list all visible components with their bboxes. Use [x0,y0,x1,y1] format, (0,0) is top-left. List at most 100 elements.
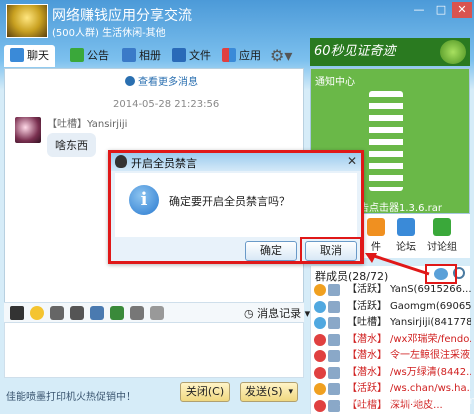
member-row[interactable]: 【吐槽】Yansirjiji(841778697) [311,315,471,332]
member-name: 令一左鲸很注采液... [390,350,471,361]
member-name: Yansirjiji(841778697) [390,317,471,328]
clock-icon: ◷ [244,307,258,320]
file-icon [367,218,385,236]
member-list-panel: 群成员(28/72) 【活跃】 YanS(6915266... 【活跃】 Gaomg… [310,266,471,414]
group-avatar[interactable] [6,4,48,38]
message-input[interactable] [4,322,304,378]
group-subtitle: (500人群) 生活休闲-其他 [52,28,166,39]
group-toolbar: 聊天 公告 相册 文件 应用 ⚙▾ [0,42,310,68]
tab-files-label: 文件 [189,49,211,62]
ad-banner[interactable]: 60秒见证奇迹 [310,38,470,66]
avatar [328,284,340,296]
info-icon: i [129,185,159,215]
group-name: 网络赚钱应用分享交流 [52,8,192,24]
member-name: /wx邓瑞荣/fendo... [390,333,471,345]
dialog-titlebar: 开启全员禁言 ✕ [111,153,361,171]
clock-icon [125,76,135,86]
more-tools-icon[interactable] [150,306,164,320]
member-title: 【潜水】 [347,333,387,345]
message-log-button[interactable]: ◷ 消息记录 ▾ [244,305,310,321]
maximize-button[interactable]: □ [430,2,452,18]
app-files[interactable]: 件 [359,218,393,253]
gear-icon[interactable]: ⚙▾ [270,45,292,67]
cancel-highlight-box [300,237,362,264]
member-row[interactable]: 【潜水】 令一左鲸很注采液... [311,348,471,365]
member-row[interactable]: 【活跃】Gaomgm(690650339) [311,299,471,316]
title-bar: 网络赚钱应用分享交流 (500人群) 生活休闲-其他 — □ ✕ [0,0,474,42]
member-title: 【潜水】 [347,350,387,361]
highlight-box [425,264,457,284]
chevron-down-icon[interactable]: ▾ [288,383,293,401]
avatar [328,399,340,412]
discussion-icon [433,218,451,236]
tab-apps[interactable]: 应用 [222,45,261,67]
message-log-label: 消息记录 [257,307,302,320]
chevron-down-icon: ▾ [301,307,311,320]
tab-chat[interactable]: 聊天 [4,45,55,67]
avatar [328,317,340,329]
member-row[interactable]: 【潜水】/wx邓瑞荣/fendo... [311,332,471,349]
megaphone-icon [70,48,84,62]
avatar [328,383,340,395]
image-icon[interactable] [90,306,104,320]
photo-icon [122,48,136,62]
member-title: 【吐槽】 [347,317,387,328]
member-icon [314,350,326,362]
more-messages-link[interactable]: 查看更多消息 [125,73,198,88]
member-title: 【潜水】 [347,366,387,378]
close-window-button[interactable]: ✕ [452,2,472,18]
promo-link[interactable]: 佳能喷墨打印机火热促销中！ [6,388,136,403]
minimize-button[interactable]: — [408,2,430,18]
tab-chat-label: 聊天 [27,49,49,62]
music-icon[interactable] [110,306,124,320]
member-title: 【活跃】 [347,284,387,295]
member-icon [314,333,326,346]
member-row[interactable]: 【潜水】/ws万绿清(8442... [311,365,471,382]
screenshot-icon[interactable] [130,306,144,320]
message-timestamp: 2014-05-28 21:23:56 [113,99,220,110]
apps-grid-icon [222,48,236,62]
sender-avatar[interactable] [15,117,41,143]
send-button-label: 发送(S) [245,385,283,398]
tab-notice[interactable]: 公告 [70,45,109,67]
admin-icon [314,300,326,313]
dialog-message: 确定要开启全员禁言吗？ [169,195,290,208]
close-chat-button[interactable]: 关闭(C) [180,382,230,402]
notice-file-name[interactable]: 告点击器1.3.6.rar [359,199,442,214]
gift-icon[interactable] [70,306,84,320]
notice-center-title: 通知中心 [315,77,355,88]
mute-all-dialog: 开启全员禁言 ✕ i 确定要开启全员禁言吗？ 确定 取消 [108,150,364,264]
app-forum-label: 论坛 [396,242,416,253]
avatar [328,366,340,379]
tab-notice-label: 公告 [87,49,109,62]
crown-icon [314,284,326,296]
confirm-button[interactable]: 确定 [245,241,297,261]
member-name: YanS(6915266... [390,284,471,295]
send-button[interactable]: 发送(S) ▾ [240,382,298,402]
member-title: 【活跃】 [347,383,387,394]
admin-icon [314,317,326,329]
frog-icon [440,40,466,64]
more-messages-label: 查看更多消息 [138,77,198,88]
penguin-icon [115,155,127,168]
member-icon [314,383,326,395]
dialog-close-button[interactable]: ✕ [345,154,359,168]
app-forum[interactable]: 论坛 [389,218,423,253]
ad-text: 60秒见证奇迹 [314,44,396,59]
emoji-icon[interactable] [30,306,44,320]
message-bubble: 啥东西 [47,133,96,157]
watermark: jiaocheng.chazidian.com [340,394,474,407]
forum-icon [397,218,415,236]
tab-files[interactable]: 文件 [172,45,211,67]
app-files-label: 件 [371,242,381,253]
app-discussion[interactable]: 讨论组 [425,218,459,253]
shake-icon[interactable] [50,306,64,320]
font-icon[interactable] [10,306,24,320]
dialog-body: i 确定要开启全员禁言吗？ [115,173,357,237]
tab-album[interactable]: 相册 [122,45,161,67]
tab-apps-label: 应用 [239,49,261,62]
message-sender[interactable]: 【吐槽】Yansirjiji [47,115,127,130]
input-toolbar: ◷ 消息记录 ▾ [4,302,310,322]
zip-file-icon [369,91,403,191]
member-row[interactable]: 【活跃】 YanS(6915266... [311,282,471,299]
